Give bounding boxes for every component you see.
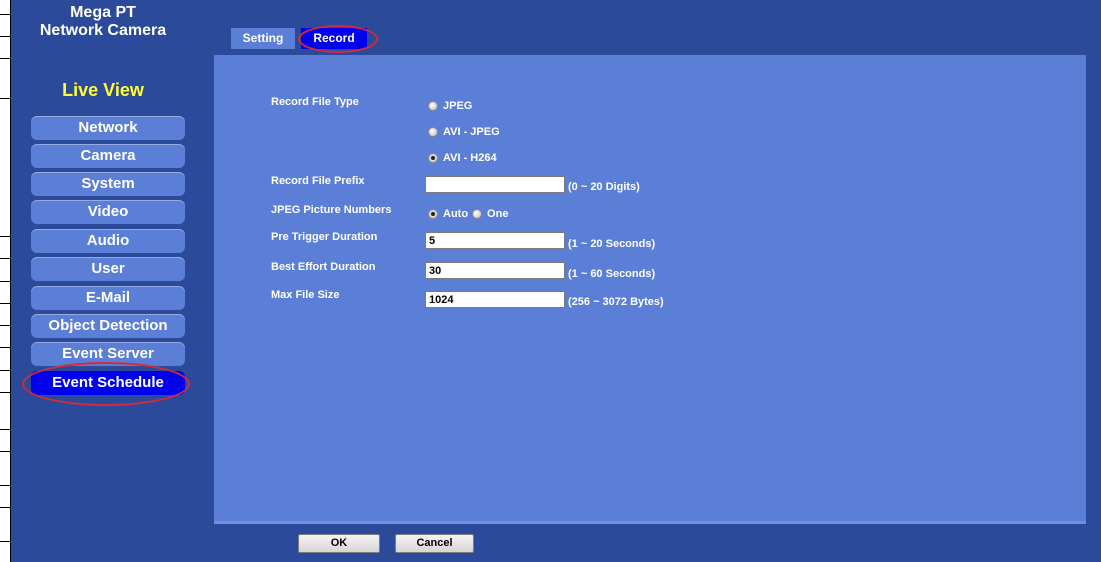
edge-line <box>0 485 10 486</box>
sidebar-item-event-server[interactable]: Event Server <box>31 342 185 366</box>
sidebar-item-event-schedule[interactable]: Event Schedule <box>31 371 185 395</box>
edge-line <box>0 347 10 348</box>
pre-trigger-duration-input[interactable] <box>425 232 565 249</box>
radio-label: JPEG <box>443 100 473 112</box>
record-file-prefix-hint: (0 ~ 20 Digits) <box>568 181 640 193</box>
radio-button-selected[interactable] <box>428 153 438 163</box>
pre-trigger-duration-label: Pre Trigger Duration <box>271 231 378 243</box>
radio-label: Auto <box>443 208 469 220</box>
edge-line <box>0 370 10 371</box>
ok-button[interactable]: OK <box>298 534 380 553</box>
record-file-prefix-input[interactable] <box>425 176 565 193</box>
edge-line <box>0 258 10 259</box>
edge-line <box>0 451 10 452</box>
cancel-button[interactable]: Cancel <box>395 534 474 553</box>
record-settings-panel <box>214 55 1086 524</box>
jpeg-picture-numbers-options: Auto One <box>428 208 508 220</box>
sidebar-item-audio[interactable]: Audio <box>31 229 185 253</box>
edge-line <box>0 541 10 542</box>
radio-jpeg[interactable]: JPEG <box>428 100 472 112</box>
radio-avi-h264[interactable]: AVI - H264 <box>428 152 497 164</box>
edge-line <box>0 14 10 15</box>
radio-button[interactable] <box>428 127 438 137</box>
radio-label: One <box>487 208 509 220</box>
left-table-edge <box>0 0 11 562</box>
edge-line <box>0 392 10 393</box>
sidebar-item-email[interactable]: E-Mail <box>31 286 185 310</box>
record-file-type-label: Record File Type <box>271 96 359 108</box>
best-effort-duration-hint: (1 ~ 60 Seconds) <box>568 268 656 280</box>
max-file-size-label: Max File Size <box>271 289 340 301</box>
max-file-size-input[interactable] <box>425 291 565 308</box>
sidebar-item-system[interactable]: System <box>31 172 185 196</box>
sidebar-item-object-detection[interactable]: Object Detection <box>31 314 185 338</box>
pre-trigger-duration-hint: (1 ~ 20 Seconds) <box>568 238 656 250</box>
edge-line <box>0 429 10 430</box>
radio-button[interactable] <box>472 209 483 219</box>
sidebar-item-camera[interactable]: Camera <box>31 144 185 168</box>
brand-title: Mega PT Network Camera <box>14 4 192 40</box>
edge-line <box>0 281 10 282</box>
best-effort-duration-label: Best Effort Duration <box>271 261 376 273</box>
edge-line <box>0 36 10 37</box>
radio-label: AVI - JPEG <box>443 126 500 138</box>
sidebar-item-network[interactable]: Network <box>31 116 185 140</box>
tab-setting[interactable]: Setting <box>231 28 295 49</box>
sidebar-item-user[interactable]: User <box>31 257 185 281</box>
tab-record[interactable]: Record <box>301 28 367 49</box>
edge-line <box>0 325 10 326</box>
edge-line <box>0 303 10 304</box>
best-effort-duration-input[interactable] <box>425 262 565 279</box>
edge-line <box>0 507 10 508</box>
edge-line <box>0 58 10 59</box>
radio-button[interactable] <box>428 101 438 111</box>
edge-line <box>0 236 10 237</box>
live-view-link[interactable]: Live View <box>14 80 192 101</box>
sidebar-item-video[interactable]: Video <box>31 200 185 224</box>
radio-button-selected[interactable] <box>428 209 438 219</box>
radio-label: AVI - H264 <box>443 152 497 164</box>
max-file-size-hint: (256 ~ 3072 Bytes) <box>568 296 664 308</box>
brand-line-1: Mega PT <box>70 4 136 21</box>
record-file-prefix-label: Record File Prefix <box>271 175 365 187</box>
sidebar: Mega PT Network Camera Live View Network… <box>14 0 192 562</box>
brand-line-2: Network Camera <box>39 22 167 39</box>
edge-line <box>0 98 10 99</box>
jpeg-picture-numbers-label: JPEG Picture Numbers <box>271 204 392 216</box>
radio-avi-jpeg[interactable]: AVI - JPEG <box>428 126 500 138</box>
